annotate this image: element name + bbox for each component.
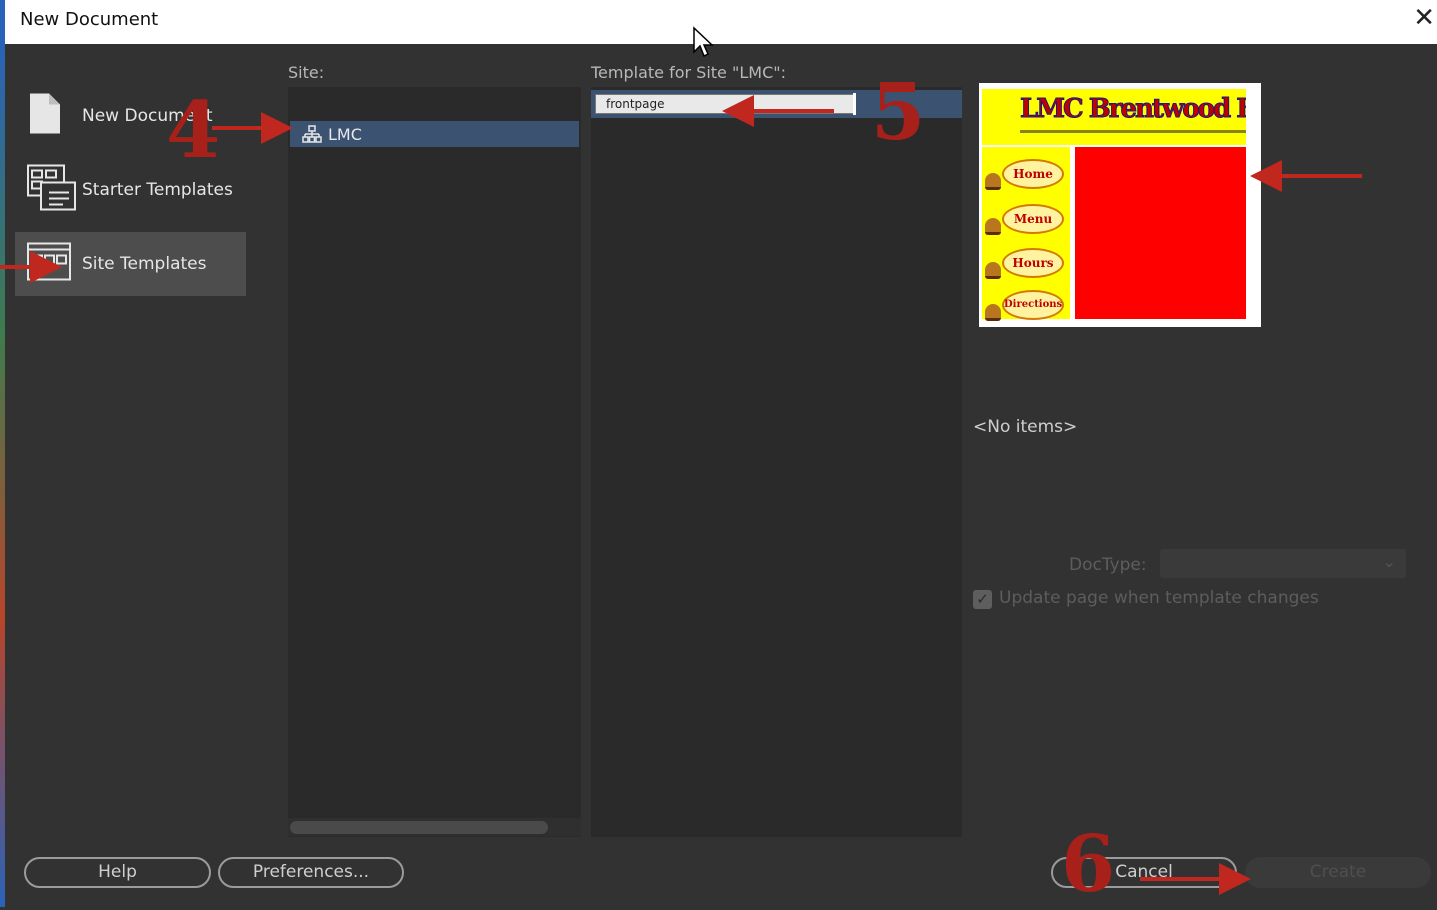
mouse-cursor-icon: [693, 26, 714, 58]
annotation-arrows: [0, 95, 1362, 895]
